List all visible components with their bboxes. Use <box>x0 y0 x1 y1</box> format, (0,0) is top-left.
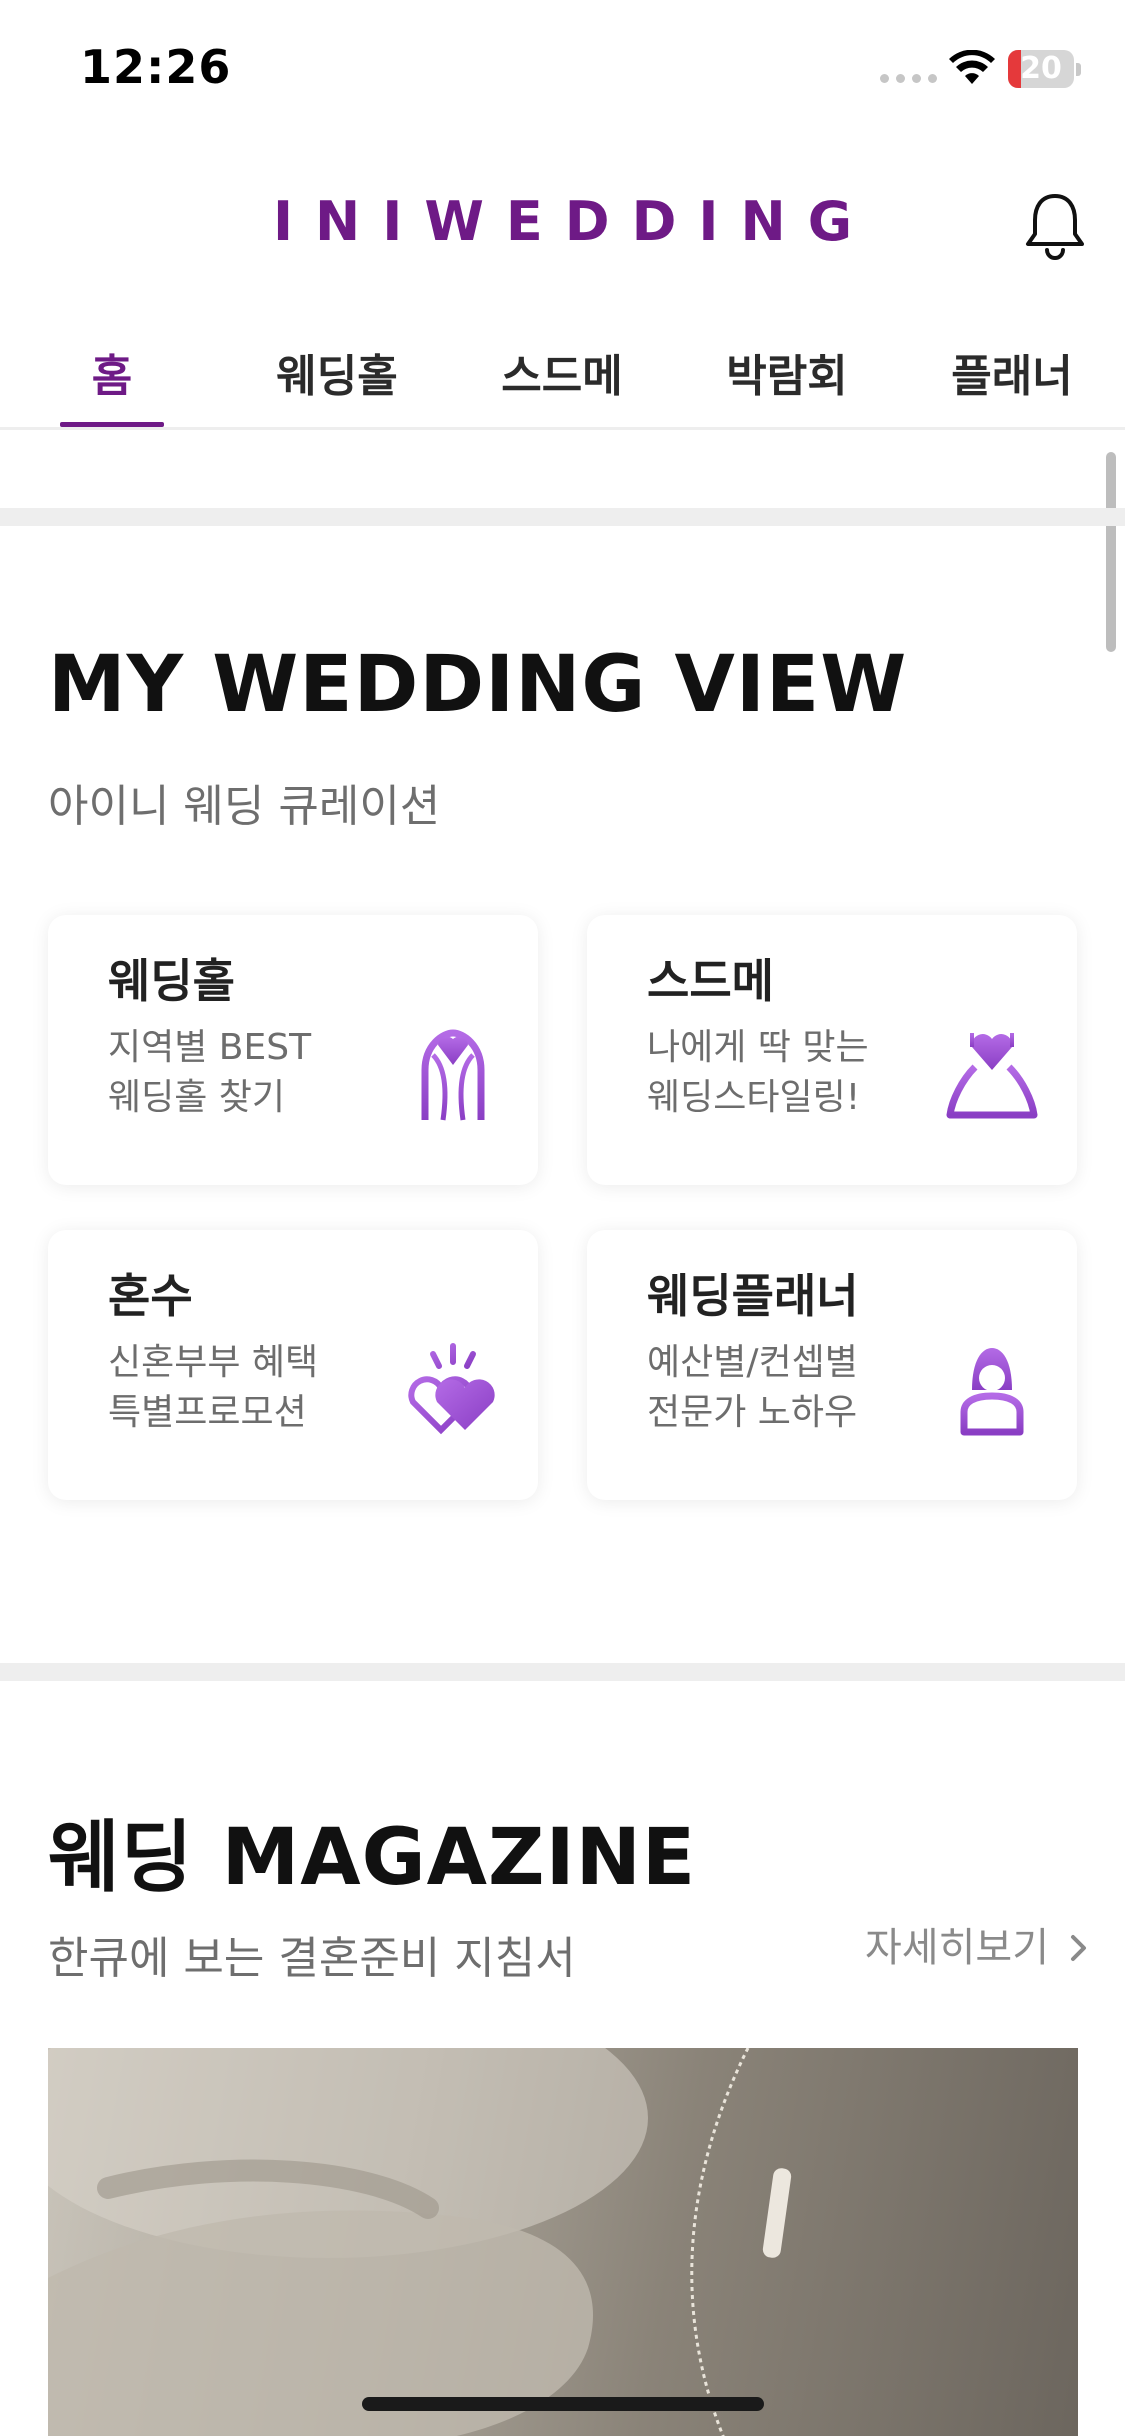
card-wedding-hall[interactable]: 웨딩홀 지역별 BEST 웨딩홀 찾기 <box>48 915 538 1185</box>
card-title: 혼수 <box>108 1269 193 1323</box>
app-header: INIWEDDING <box>0 170 1125 280</box>
status-time: 12:26 <box>80 40 232 94</box>
hearts-icon <box>408 1343 495 1435</box>
wedding-dress-icon <box>946 1033 1038 1119</box>
card-desc-line2: 웨딩스타일링! <box>647 1077 861 1118</box>
wifi-icon <box>949 50 995 84</box>
card-honsu[interactable]: 혼수 신혼부부 혜택 특별프로모션 <box>48 1230 538 1500</box>
wedding-arch-icon <box>421 1029 485 1121</box>
card-desc-line1: 신혼부부 혜택 <box>108 1342 319 1383</box>
card-sdm[interactable]: 스드메 나에게 딱 맞는 웨딩스타일링! <box>587 915 1077 1185</box>
app-logo[interactable]: INIWEDDING <box>0 190 1125 253</box>
battery-level: 20 <box>1020 51 1062 86</box>
card-desc-line2: 특별프로모션 <box>108 1392 307 1433</box>
card-title: 스드메 <box>647 954 774 1008</box>
status-bar: 12:26 20 <box>0 0 1125 135</box>
tab-wedding-hall[interactable]: 웨딩홀 <box>252 340 422 420</box>
card-desc-line2: 전문가 노하우 <box>647 1392 858 1433</box>
card-desc-line2: 웨딩홀 찾기 <box>108 1077 286 1118</box>
magazine-title: 웨딩 MAGAZINE <box>48 1813 697 1903</box>
card-desc-line1: 지역별 BEST <box>108 1027 312 1068</box>
card-desc-line1: 나에게 딱 맞는 <box>647 1027 869 1068</box>
card-title: 웨딩플래너 <box>647 1269 859 1323</box>
magazine-cover-image[interactable] <box>48 2048 1078 2436</box>
active-tab-indicator <box>60 422 164 427</box>
more-link-label: 자세히보기 <box>865 1925 1049 1971</box>
planner-icon <box>960 1348 1024 1436</box>
section-divider <box>0 508 1125 526</box>
cellular-signal-icon <box>880 74 937 83</box>
battery-icon: 20 <box>1008 50 1081 88</box>
more-link[interactable]: 자세히보기 <box>865 1915 1090 1973</box>
card-desc-line1: 예산별/컨셉별 <box>647 1342 858 1383</box>
scrollbar[interactable] <box>1106 452 1116 652</box>
bell-icon[interactable] <box>1022 190 1088 260</box>
home-screen: 12:26 20 INIWEDDING 홈 웨딩홀 스드메 박람회 플래너 MY… <box>0 0 1125 2436</box>
tab-sdm[interactable]: 스드메 <box>477 340 647 420</box>
tab-bar: 홈 웨딩홀 스드메 박람회 플래너 <box>0 330 1125 430</box>
magazine-subtitle: 한큐에 보는 결혼준비 지침서 <box>48 1933 576 1984</box>
tab-planner[interactable]: 플래너 <box>927 340 1097 420</box>
my-wedding-view-title: MY WEDDING VIEW <box>48 640 908 730</box>
card-title: 웨딩홀 <box>108 954 235 1008</box>
card-planner[interactable]: 웨딩플래너 예산별/컨셉별 전문가 노하우 <box>587 1230 1077 1500</box>
magazine-photo <box>48 2048 792 2436</box>
my-wedding-view-subtitle: 아이니 웨딩 큐레이션 <box>48 781 441 832</box>
home-indicator[interactable] <box>362 2397 764 2411</box>
section-divider <box>0 1663 1125 1681</box>
tab-home[interactable]: 홈 <box>52 340 172 420</box>
tab-fair[interactable]: 박람회 <box>702 340 872 420</box>
chevron-right-icon <box>1070 1935 1086 1961</box>
